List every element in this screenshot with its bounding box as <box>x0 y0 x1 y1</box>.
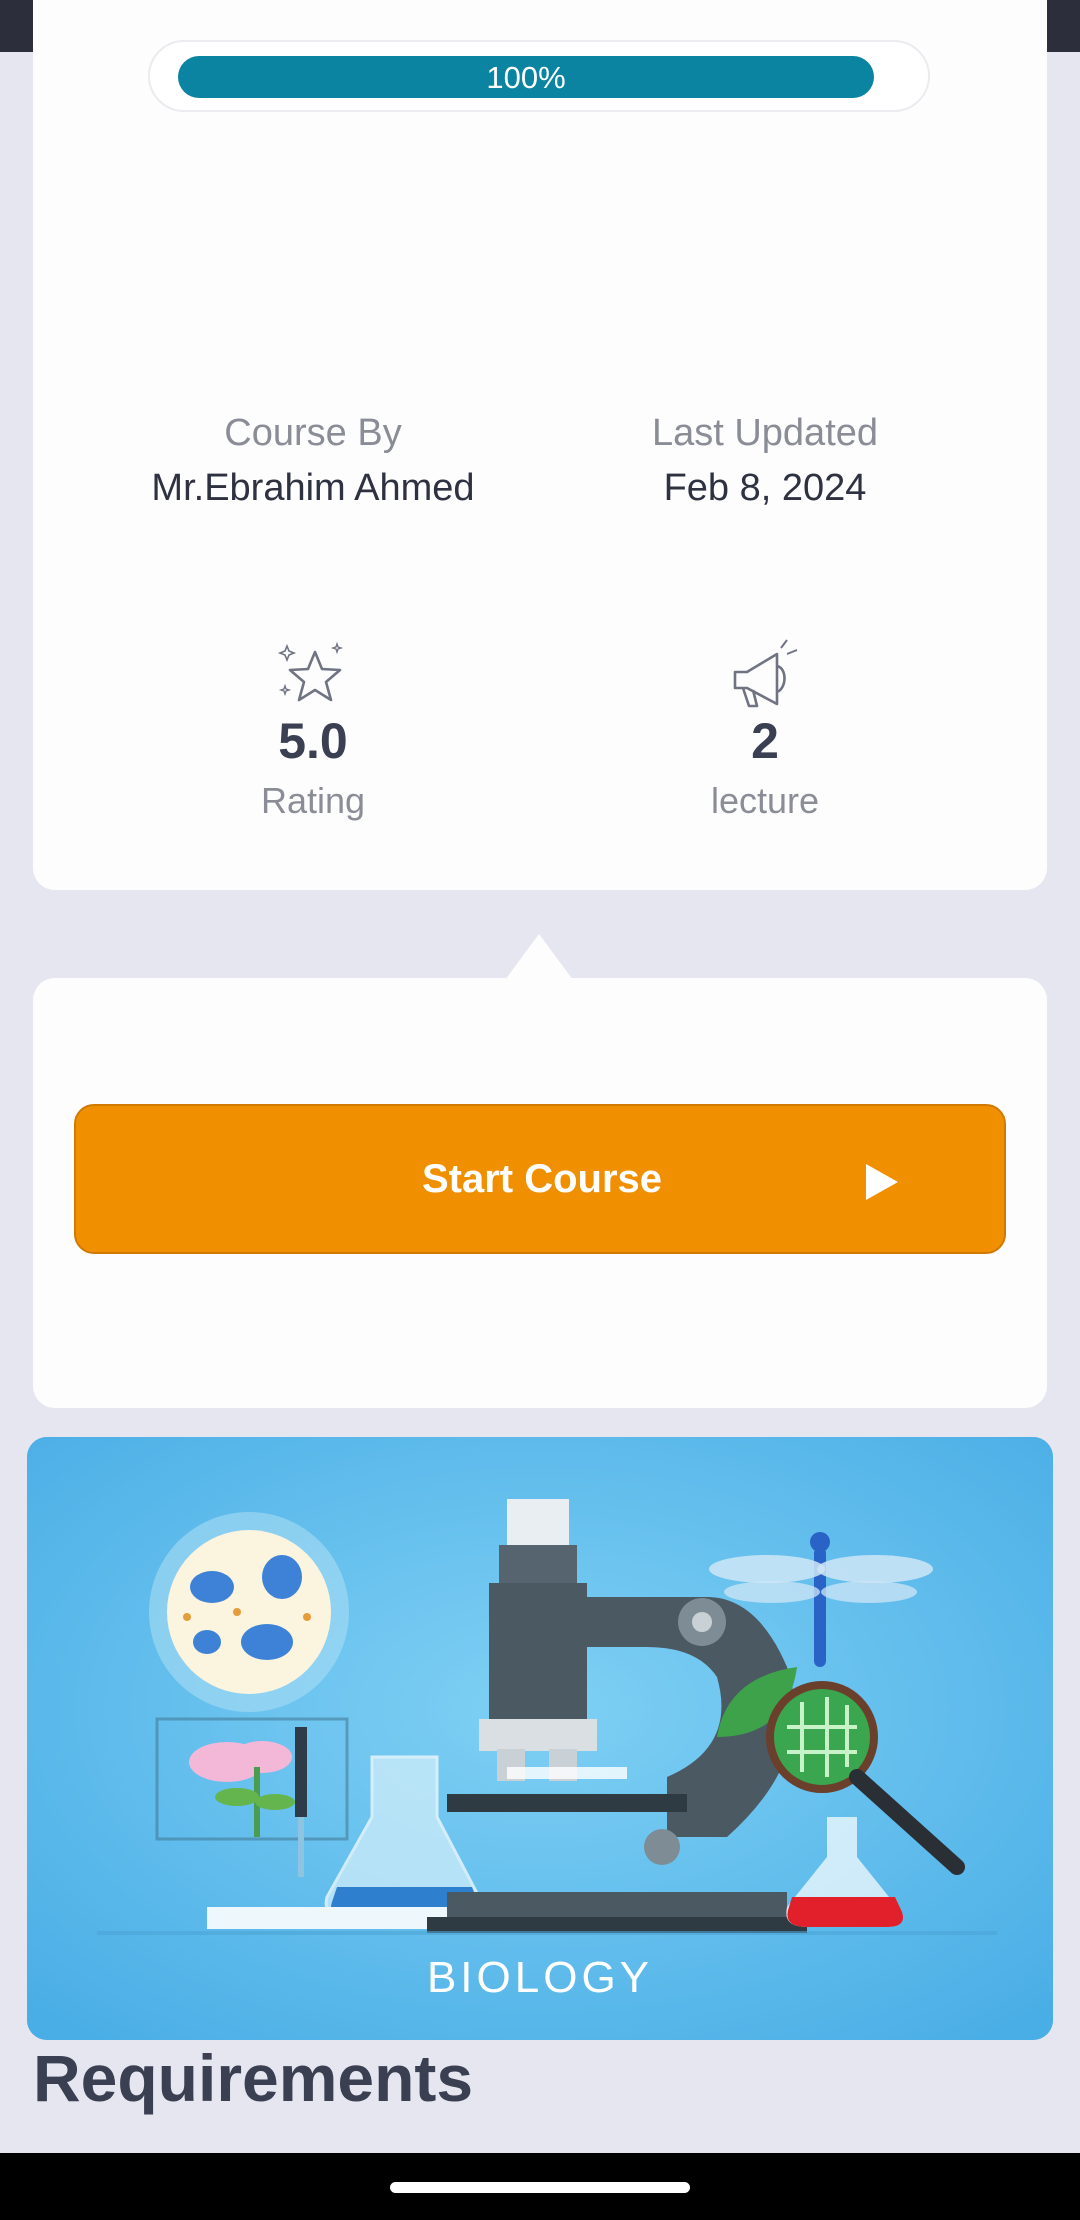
progress-label: 100% <box>486 60 566 95</box>
course-author: Mr.Ebrahim Ahmed <box>151 467 475 509</box>
last-updated-date: Feb 8, 2024 <box>663 467 867 509</box>
last-updated-label: Last Updated <box>651 412 879 454</box>
course-banner-image: BIOLOGY <box>27 1437 1053 2040</box>
requirements-heading: Requirements <box>33 2041 474 2115</box>
banner-text: BIOLOGY <box>427 1953 653 2002</box>
progress-bar: 100% <box>148 40 930 112</box>
rating-label: Rating <box>260 780 366 821</box>
card-pointer <box>505 934 573 980</box>
rating-value: 5.0 <box>278 713 348 769</box>
lecture-label: lecture <box>710 780 820 821</box>
course-by-label: Course By <box>224 412 402 454</box>
megaphone-icon <box>733 639 798 708</box>
play-icon <box>866 1164 898 1200</box>
star-icon <box>277 641 344 702</box>
lecture-count: 2 <box>751 713 779 769</box>
home-indicator[interactable] <box>390 2182 690 2193</box>
biology-illustration: BIOLOGY <box>27 1437 1053 2040</box>
